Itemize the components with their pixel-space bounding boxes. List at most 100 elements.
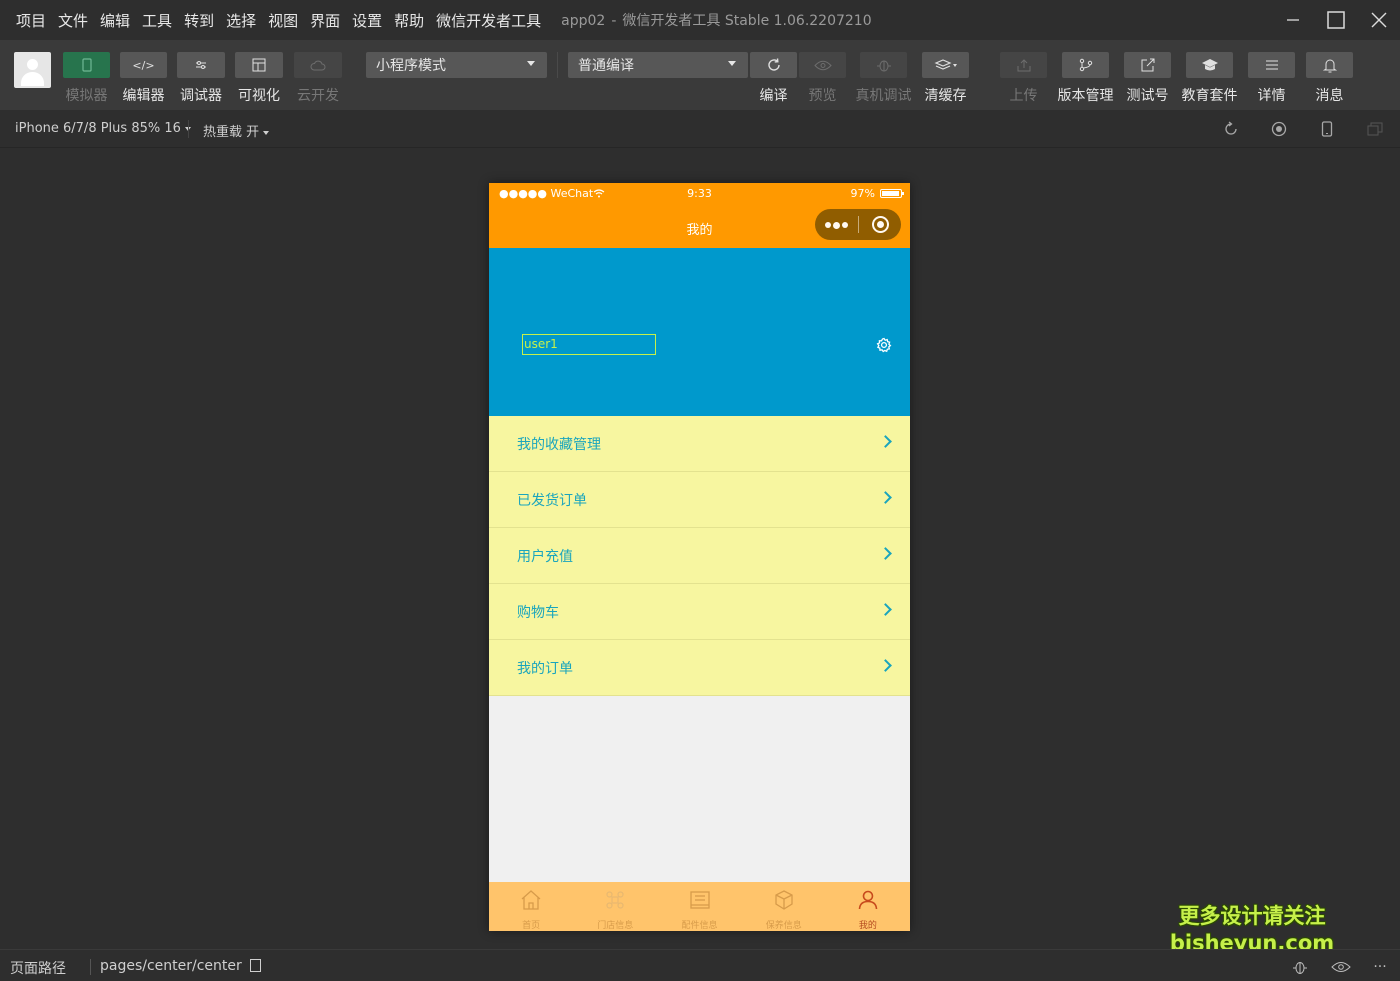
debugger-toggle-button[interactable] bbox=[177, 52, 225, 78]
username-field[interactable]: user1 bbox=[522, 334, 656, 355]
layers-icon bbox=[933, 59, 957, 70]
details-label: 详情 bbox=[1257, 88, 1286, 104]
minimize-button[interactable] bbox=[1271, 0, 1314, 40]
upload-button[interactable] bbox=[1000, 52, 1047, 78]
cloud-toggle-button[interactable] bbox=[294, 52, 342, 78]
preview-toggle-button[interactable] bbox=[1331, 959, 1351, 975]
menu-item-favorites[interactable]: 我的收藏管理 bbox=[489, 416, 910, 472]
edu-suite-button[interactable] bbox=[1186, 52, 1233, 78]
record-icon bbox=[1271, 121, 1287, 137]
page-path-label: 页面路径 bbox=[10, 961, 66, 977]
maximize-button[interactable] bbox=[1314, 0, 1357, 40]
menu-item-view[interactable]: 视图 bbox=[268, 10, 298, 31]
test-account-label: 测试号 bbox=[1126, 88, 1169, 104]
visual-toggle-button[interactable] bbox=[235, 52, 283, 78]
bottom-status-bar: 页面路径 pages/center/center ··· bbox=[0, 949, 1400, 981]
debugger-icon bbox=[196, 61, 206, 69]
menu-item-interface[interactable]: 界面 bbox=[310, 10, 340, 31]
store-icon bbox=[606, 891, 624, 909]
menu-item-recharge[interactable]: 用户充值 bbox=[489, 528, 910, 584]
menu-item-label: 我的收藏管理 bbox=[517, 437, 601, 453]
tab-maintenance[interactable]: 保养信息 bbox=[742, 882, 826, 931]
phone-icon bbox=[81, 58, 92, 72]
menu-item-tools[interactable]: 工具 bbox=[142, 10, 172, 31]
hot-reload-select[interactable]: 热重载 开 bbox=[203, 121, 270, 140]
menu-item-select[interactable]: 选择 bbox=[226, 10, 256, 31]
menu-item-label: 用户充值 bbox=[517, 549, 573, 565]
menu-item-label: 购物车 bbox=[517, 605, 559, 621]
close-button[interactable] bbox=[1357, 0, 1400, 40]
close-miniprogram-button[interactable] bbox=[872, 216, 889, 233]
menu-item-project[interactable]: 项目 bbox=[16, 10, 46, 31]
menu-item-shipped-orders[interactable]: 已发货订单 bbox=[489, 472, 910, 528]
tab-store[interactable]: 门店信息 bbox=[573, 882, 657, 931]
battery-status: 97% bbox=[851, 187, 904, 200]
more-options-button[interactable]: ··· bbox=[1370, 959, 1390, 975]
tab-label: 我的 bbox=[858, 921, 877, 931]
version-mgmt-label: 版本管理 bbox=[1057, 88, 1114, 104]
menu-bar: 项目 文件 编辑 工具 转到 选择 视图 界面 设置 帮助 微信开发者工具 bbox=[0, 10, 553, 31]
simulator-toggle-button[interactable] bbox=[63, 52, 110, 78]
tab-mine[interactable]: 我的 bbox=[826, 882, 910, 931]
device-button[interactable] bbox=[1318, 120, 1336, 138]
chevron-right-icon bbox=[879, 547, 892, 560]
clear-cache-label: 清缓存 bbox=[924, 88, 967, 104]
page-path-select[interactable]: 页面路径 bbox=[10, 958, 66, 978]
more-button[interactable] bbox=[825, 221, 850, 229]
rotate-button[interactable] bbox=[1222, 120, 1240, 138]
menu-item-help[interactable]: 帮助 bbox=[394, 10, 424, 31]
menu-item-devtools[interactable]: 微信开发者工具 bbox=[436, 10, 541, 31]
tab-label: 首页 bbox=[522, 921, 541, 931]
tab-label: 配件信息 bbox=[681, 921, 718, 931]
simulator-options-bar: iPhone 6/7/8 Plus 85% 16 热重载 开 bbox=[0, 110, 1400, 148]
messages-button[interactable] bbox=[1306, 52, 1353, 78]
version-mgmt-button[interactable] bbox=[1062, 52, 1109, 78]
device-select-value: iPhone 6/7/8 Plus 85% 16 bbox=[15, 121, 181, 136]
editor-toggle-button[interactable]: </> bbox=[120, 52, 167, 78]
user-icon bbox=[858, 890, 878, 910]
menu-item-file[interactable]: 文件 bbox=[58, 10, 88, 31]
avatar[interactable] bbox=[14, 52, 51, 88]
maximize-icon bbox=[1326, 11, 1345, 29]
tab-home[interactable]: 首页 bbox=[489, 882, 573, 931]
menu-item-cart[interactable]: 购物车 bbox=[489, 584, 910, 640]
device-select[interactable]: iPhone 6/7/8 Plus 85% 16 bbox=[15, 121, 191, 136]
tab-label: 保养信息 bbox=[765, 921, 802, 931]
menu-item-my-orders[interactable]: 我的订单 bbox=[489, 640, 910, 696]
compile-mode-select[interactable]: 普通编译 bbox=[568, 52, 748, 78]
copy-icon[interactable] bbox=[249, 959, 261, 972]
refresh-icon bbox=[767, 58, 780, 71]
chevron-down-icon bbox=[527, 61, 535, 66]
menu-item-settings[interactable]: 设置 bbox=[352, 10, 382, 31]
mode-select-value: 小程序模式 bbox=[376, 58, 446, 74]
chevron-down-icon bbox=[263, 130, 270, 135]
preview-button[interactable] bbox=[799, 52, 846, 78]
close-icon bbox=[1371, 12, 1386, 28]
eye-icon bbox=[1331, 962, 1351, 972]
test-account-button[interactable] bbox=[1124, 52, 1171, 78]
gear-icon[interactable] bbox=[876, 337, 892, 353]
detach-window-button[interactable] bbox=[1366, 120, 1384, 138]
details-button[interactable] bbox=[1248, 52, 1295, 78]
bell-icon bbox=[1322, 59, 1337, 72]
clear-cache-button[interactable] bbox=[922, 52, 969, 78]
remote-debug-button[interactable] bbox=[860, 52, 907, 78]
debug-button[interactable] bbox=[1290, 959, 1310, 975]
cloud-label: 云开发 bbox=[297, 88, 339, 104]
compile-button[interactable] bbox=[750, 52, 797, 78]
parts-icon bbox=[689, 891, 710, 909]
edu-suite-label: 教育套件 bbox=[1181, 88, 1238, 104]
menu-item-goto[interactable]: 转到 bbox=[184, 10, 214, 31]
editor-label: 编辑器 bbox=[122, 88, 165, 104]
menu-item-edit[interactable]: 编辑 bbox=[100, 10, 130, 31]
tab-parts[interactable]: 配件信息 bbox=[657, 882, 741, 931]
status-time: 9:33 bbox=[687, 187, 712, 200]
mode-select[interactable]: 小程序模式 bbox=[366, 52, 547, 78]
menu-item-label: 已发货订单 bbox=[517, 493, 587, 509]
menu-lines-icon bbox=[1265, 60, 1278, 70]
divider bbox=[188, 120, 189, 138]
minimize-icon bbox=[1286, 19, 1299, 21]
capsule-menu bbox=[815, 209, 901, 240]
stop-button[interactable] bbox=[1270, 120, 1288, 138]
maintenance-icon bbox=[775, 890, 793, 910]
